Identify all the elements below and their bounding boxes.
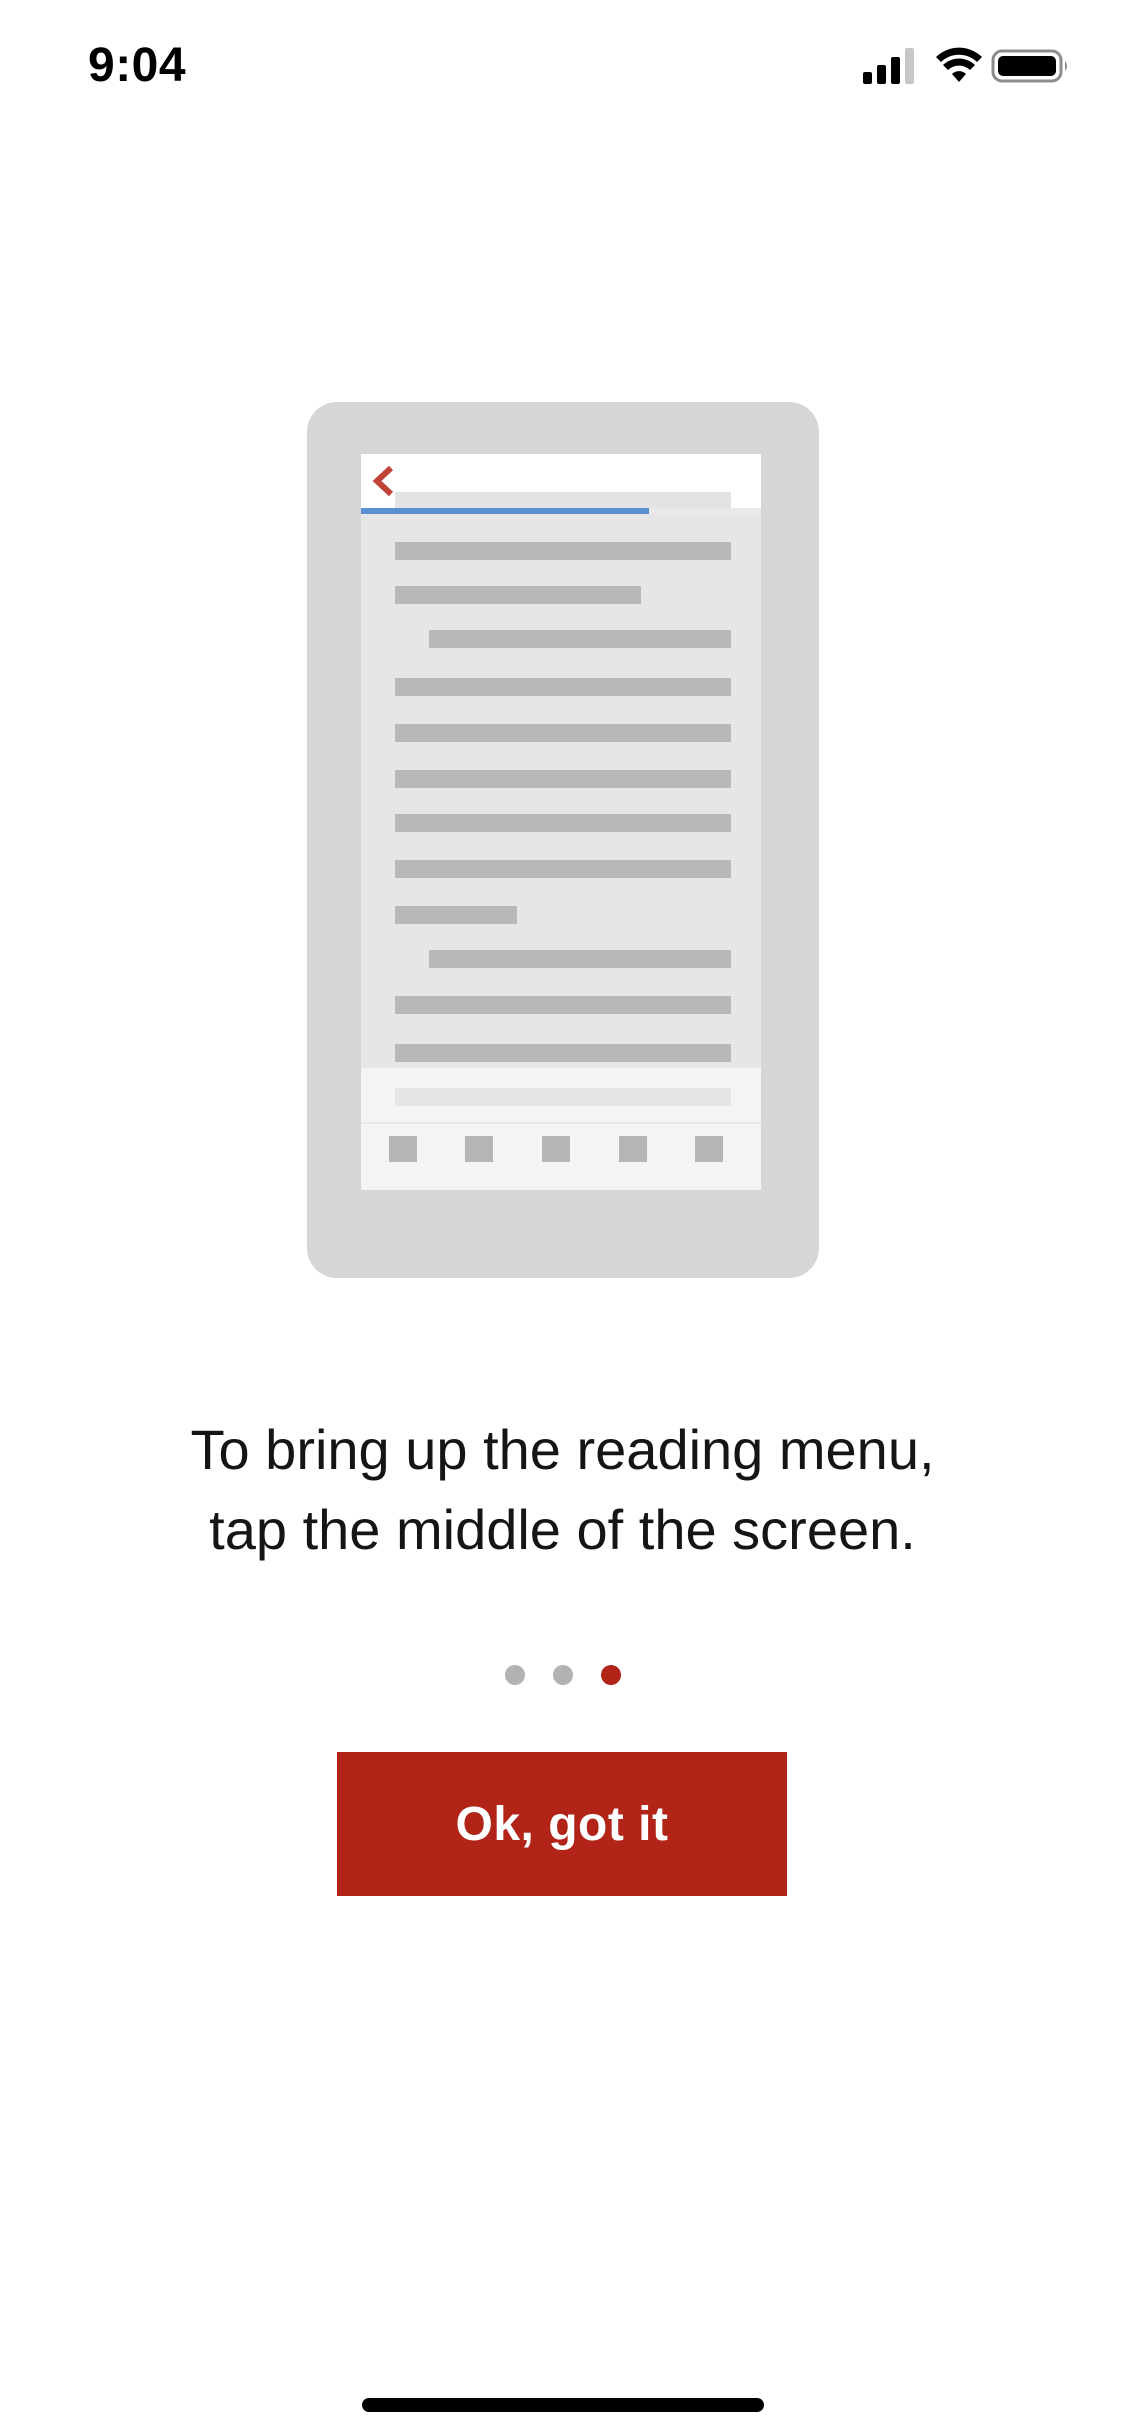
phone-illustration [307,402,819,1278]
illustration-text-line [429,630,731,648]
illustration-screen [361,454,761,1190]
ok-got-it-button[interactable]: Ok, got it [337,1752,787,1896]
illustration-text-line [395,678,731,696]
illustration-top-bar [361,454,761,510]
illustration-text-line [395,770,731,788]
signal-icon [863,48,914,84]
illustration-tab-icon [389,1136,417,1162]
illustration-text-line [395,814,731,832]
illustration-progress-track [361,508,761,514]
illustration-tab-bar [389,1136,743,1162]
illustration-tab-icon [619,1136,647,1162]
onboarding-message: To bring up the reading menu, tap the mi… [80,1410,1045,1570]
illustration-text-line [429,950,731,968]
illustration-tab-icon [542,1136,570,1162]
status-icons [863,46,1083,94]
illustration-text-line [395,542,731,560]
illustration-menu-row [395,1088,731,1106]
wifi-icon [936,47,982,82]
illustration-progress-fill [361,508,649,514]
page-dot-active [600,1665,621,1685]
illustration-text-line [395,860,731,878]
onboarding-message-line-2: tap the middle of the screen. [209,1498,916,1561]
status-bar: 9:04 [0,0,1125,140]
illustration-text-line [395,906,517,924]
page-indicator [0,1665,1125,1689]
page-dot [552,1665,573,1685]
battery-icon [991,49,1067,83]
illustration-text-line [395,1044,731,1062]
illustration-text-line [395,724,731,742]
illustration-tab-icon [465,1136,493,1162]
onboarding-message-line-1: To bring up the reading menu, [190,1418,935,1481]
illustration-text-line [395,996,731,1014]
illustration-text-line [395,586,641,604]
home-indicator[interactable] [362,2398,764,2412]
illustration-bottom-menu [361,1068,761,1190]
status-time: 9:04 [88,39,187,92]
illustration-menu-divider [361,1122,761,1124]
illustration-tab-icon [695,1136,723,1162]
page-dot [504,1665,525,1685]
